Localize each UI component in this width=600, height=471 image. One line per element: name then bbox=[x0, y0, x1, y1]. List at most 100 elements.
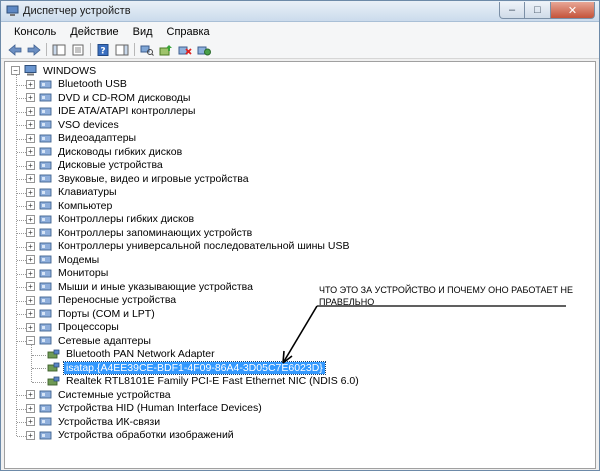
uninstall-device-button[interactable] bbox=[196, 43, 212, 57]
tree-connector-line bbox=[17, 314, 26, 315]
tree-category-label: VSO devices bbox=[58, 118, 119, 131]
tree-connector-line bbox=[17, 152, 26, 153]
tree-category[interactable]: + Компьютер bbox=[26, 199, 114, 213]
tree-category[interactable]: + Контроллеры гибких дисков bbox=[26, 213, 196, 227]
tree-category[interactable]: + Устройства ИК-связи bbox=[26, 415, 162, 429]
help-button[interactable]: ? bbox=[95, 43, 111, 57]
update-driver-button[interactable] bbox=[158, 43, 174, 57]
scan-hardware-button[interactable] bbox=[139, 43, 155, 57]
tree-category[interactable]: + Процессоры bbox=[26, 321, 121, 335]
menu-view[interactable]: Вид bbox=[126, 26, 160, 38]
expand-toggle[interactable]: + bbox=[26, 79, 35, 89]
tree-category-label: Устройства обработки изображений bbox=[58, 429, 234, 442]
tree-category-label: IDE ATA/ATAPI контроллеры bbox=[58, 105, 196, 118]
expand-toggle[interactable]: + bbox=[26, 174, 35, 184]
expand-toggle[interactable]: + bbox=[26, 241, 35, 251]
maximize-button[interactable]: □ bbox=[525, 2, 551, 19]
tree-category[interactable]: − Сетевые адаптеры bbox=[26, 334, 153, 348]
tree-category[interactable]: + Порты (COM и LPT) bbox=[26, 307, 157, 321]
device-category-icon bbox=[39, 282, 52, 291]
tree-category[interactable]: + DVD и CD-ROM дисководы bbox=[26, 91, 192, 105]
expand-toggle[interactable]: + bbox=[26, 417, 35, 427]
expand-toggle[interactable]: + bbox=[26, 214, 35, 224]
tree-category[interactable]: + Устройства HID (Human Interface Devices… bbox=[26, 402, 264, 416]
disable-device-button[interactable] bbox=[177, 43, 193, 57]
tree-category[interactable]: + Видеоадаптеры bbox=[26, 132, 138, 146]
expand-toggle[interactable]: + bbox=[26, 295, 35, 305]
expand-toggle[interactable]: + bbox=[26, 228, 35, 238]
title-bar[interactable]: Диспетчер устройств – □ ✕ bbox=[1, 1, 599, 22]
tree-category-label: Bluetooth USB bbox=[58, 78, 127, 91]
expand-toggle[interactable]: + bbox=[26, 268, 35, 278]
device-category-icon bbox=[39, 242, 52, 251]
expand-toggle[interactable]: + bbox=[26, 201, 35, 211]
expand-toggle[interactable]: + bbox=[26, 106, 35, 116]
expand-toggle[interactable]: + bbox=[26, 309, 35, 319]
expand-toggle[interactable]: + bbox=[26, 93, 35, 103]
minimize-button[interactable]: – bbox=[499, 2, 525, 19]
tree-category[interactable]: + Мониторы bbox=[26, 267, 110, 281]
action-pane-button[interactable] bbox=[114, 43, 130, 57]
tree-category-label: Сетевые адаптеры bbox=[58, 334, 151, 347]
menu-console[interactable]: Консоль bbox=[7, 26, 63, 38]
device-tree[interactable]: − WINDOWS + Bluetooth USB + DVD и CD-ROM ди… bbox=[4, 61, 596, 469]
tree-category[interactable]: + Модемы bbox=[26, 253, 101, 267]
tree-network-device[interactable]: Bluetooth PAN Network Adapter bbox=[47, 348, 217, 362]
help-icon: ? bbox=[97, 43, 109, 56]
tree-connector-line bbox=[17, 408, 26, 410]
tree-category[interactable]: + VSO devices bbox=[26, 118, 121, 132]
expand-toggle[interactable]: + bbox=[26, 282, 35, 292]
device-category-icon bbox=[39, 107, 52, 116]
tree-network-device[interactable]: Realtek RTL8101E Family PCI-E Fast Ether… bbox=[47, 375, 361, 389]
menu-help[interactable]: Справка bbox=[160, 26, 217, 38]
collapse-toggle[interactable]: − bbox=[26, 336, 35, 346]
tree-category-label: Дисковые устройства bbox=[58, 159, 163, 172]
tree-category[interactable]: + Контроллеры запоминающих устройств bbox=[26, 226, 254, 240]
tree-category-label: Контроллеры запоминающих устройств bbox=[58, 226, 253, 239]
tree-network-device-label: isatap.{A4EE39CE-BDF1-4F09-86A4-3D05C7E6… bbox=[63, 360, 326, 375]
svg-text:?: ? bbox=[100, 46, 105, 56]
tree-category-label: Переносные устройства bbox=[58, 294, 177, 307]
expand-toggle[interactable]: + bbox=[26, 403, 35, 413]
tree-category[interactable]: + IDE ATA/ATAPI контроллеры bbox=[26, 105, 197, 119]
tree-category[interactable]: + Мыши и иные указывающие устройства bbox=[26, 280, 255, 294]
tree-connector-line bbox=[17, 206, 26, 207]
properties-button[interactable] bbox=[70, 43, 86, 57]
tree-connector-line bbox=[32, 368, 46, 369]
tree-network-device[interactable]: isatap.{A4EE39CE-BDF1-4F09-86A4-3D05C7E6… bbox=[47, 360, 326, 375]
tree-category[interactable]: + Bluetooth USB bbox=[26, 78, 129, 92]
tree-category[interactable]: + Дисководы гибких дисков bbox=[26, 145, 184, 159]
expand-toggle[interactable]: + bbox=[26, 255, 35, 265]
tree-connector-line bbox=[17, 233, 26, 234]
forward-button[interactable] bbox=[26, 43, 42, 57]
expand-toggle[interactable]: + bbox=[26, 133, 35, 143]
expand-toggle[interactable]: + bbox=[26, 322, 35, 332]
tree-root[interactable]: − WINDOWS bbox=[11, 64, 98, 78]
device-category-icon bbox=[39, 174, 52, 183]
expand-toggle[interactable]: + bbox=[26, 120, 35, 130]
toolbar-separator bbox=[134, 43, 135, 56]
tree-connector-line bbox=[17, 165, 26, 167]
tree-category[interactable]: + Устройства обработки изображений bbox=[26, 429, 236, 443]
tree-connector-line bbox=[32, 354, 46, 356]
expand-toggle[interactable]: + bbox=[26, 390, 35, 400]
collapse-toggle[interactable]: − bbox=[11, 66, 20, 76]
expand-toggle[interactable]: + bbox=[26, 147, 35, 157]
tree-category[interactable]: + Переносные устройства bbox=[26, 294, 178, 308]
tree-category-label: Системные устройства bbox=[58, 388, 171, 401]
tree-category-label: Модемы bbox=[58, 253, 100, 266]
expand-toggle[interactable]: + bbox=[26, 160, 35, 170]
annotation-line-1: ЧТО ЭТО ЗА УСТРОЙСТВО И ПОЧЕМУ ОНО РАБОТ… bbox=[319, 285, 574, 295]
expand-toggle[interactable]: + bbox=[26, 430, 35, 440]
device-manager-window: Диспетчер устройств – □ ✕ Консоль Действ… bbox=[0, 0, 600, 471]
tree-category[interactable]: + Контроллеры универсальной последователь… bbox=[26, 240, 351, 254]
tree-category[interactable]: + Системные устройства bbox=[26, 388, 173, 402]
tree-category[interactable]: + Звуковые, видео и игровые устройства bbox=[26, 172, 251, 186]
menu-action[interactable]: Действие bbox=[63, 26, 125, 38]
tree-category[interactable]: + Дисковые устройства bbox=[26, 159, 165, 173]
tree-category[interactable]: + Клавиатуры bbox=[26, 186, 119, 200]
back-button[interactable] bbox=[7, 43, 23, 57]
close-button[interactable]: ✕ bbox=[551, 2, 595, 19]
console-tree-button[interactable] bbox=[51, 43, 67, 57]
expand-toggle[interactable]: + bbox=[26, 187, 35, 197]
